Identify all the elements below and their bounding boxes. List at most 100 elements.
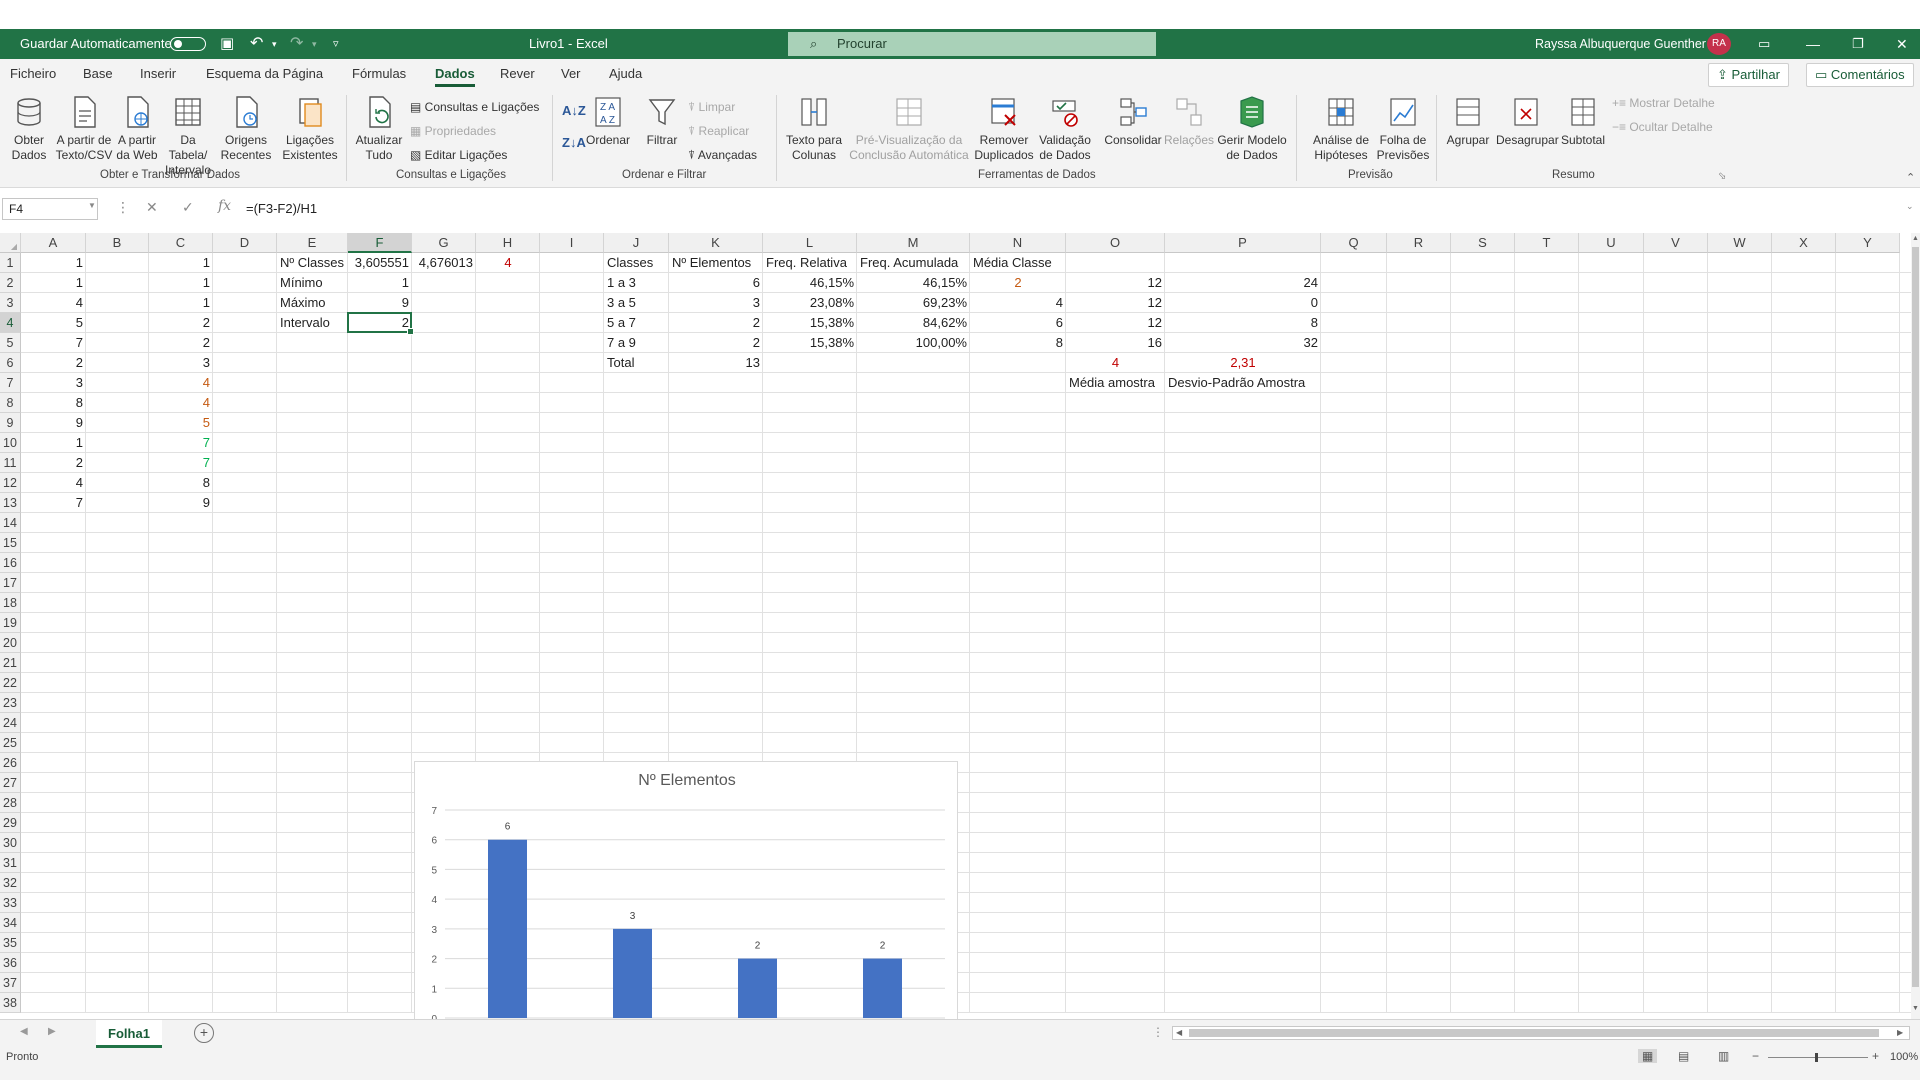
row-header-17[interactable]: 17 [0,573,21,593]
cell-c8[interactable]: 4 [149,393,213,413]
row-header-33[interactable]: 33 [0,893,21,913]
close-icon[interactable]: ✕ [1896,29,1908,59]
cell-j2[interactable]: 1 a 3 [604,273,669,293]
cell-m5[interactable]: 100,00% [857,333,970,353]
cell-c1[interactable]: 1 [149,253,213,273]
pre-visualizacao-button[interactable]: Pré-Visualização da Conclusão Automática [846,95,972,163]
cell-k2[interactable]: 6 [669,273,763,293]
cell-a10[interactable]: 1 [21,433,86,453]
remover-duplicados-button[interactable]: Remover Duplicados [974,95,1034,163]
redo-dropdown-icon[interactable]: ▾ [312,29,317,59]
cell-e1[interactable]: Nº Classes [277,253,348,273]
cell-n4[interactable]: 6 [970,313,1066,333]
web-button[interactable]: A partir da Web [114,95,160,163]
mostrar-detalhe-button[interactable]: +≡ Mostrar Detalhe [1612,93,1715,113]
editar-ligacoes-button[interactable]: ▧ Editar Ligações [410,145,507,165]
row-header-37[interactable]: 37 [0,973,21,993]
cell-a7[interactable]: 3 [21,373,86,393]
row-header-16[interactable]: 16 [0,553,21,573]
cell-j5[interactable]: 7 a 9 [604,333,669,353]
texto-csv-button[interactable]: A partir de Texto/CSV [54,95,114,163]
cell-n3[interactable]: 4 [970,293,1066,313]
desagrupar-button[interactable]: Desagrupar [1496,95,1559,148]
tab-splitter-icon[interactable]: ⋮ [1152,1025,1164,1039]
cell-m3[interactable]: 69,23% [857,293,970,313]
row-header-24[interactable]: 24 [0,713,21,733]
column-header-u[interactable]: U [1579,233,1644,253]
enter-icon[interactable]: ✓ [182,199,194,216]
chart-n-elementos[interactable]: Nº Elementos 0123456761 a 333 a 525 a 72… [414,761,958,1049]
propriedades-button[interactable]: ▦ Propriedades [410,121,496,141]
tab-dados[interactable]: Dados [435,59,475,89]
row-header-1[interactable]: 1 [0,253,21,273]
cell-a2[interactable]: 1 [21,273,86,293]
cell-a9[interactable]: 9 [21,413,86,433]
redo-icon[interactable]: ↷ [290,29,303,59]
tabela-intervalo-button[interactable]: Da Tabela/ Intervalo [160,95,216,178]
cell-m1[interactable]: Freq. Acumulada [857,253,970,273]
cell-p4[interactable]: 8 [1165,313,1321,333]
restore-icon[interactable]: ❐ [1852,29,1864,59]
column-header-t[interactable]: T [1515,233,1579,253]
relacoes-button[interactable]: Relações [1162,95,1216,148]
column-header-v[interactable]: V [1644,233,1708,253]
expand-formula-bar-icon[interactable]: ⌄ [1906,201,1914,212]
cell-l1[interactable]: Freq. Relativa [763,253,857,273]
cell-a6[interactable]: 2 [21,353,86,373]
cell-e2[interactable]: Mínimo [277,273,348,293]
validacao-dados-button[interactable]: Validação de Dados [1036,95,1094,163]
origens-recentes-button[interactable]: Origens Recentes [218,95,274,163]
cell-g1[interactable]: 4,676013 [412,253,476,273]
row-header-6[interactable]: 6 [0,353,21,373]
row-header-38[interactable]: 38 [0,993,21,1013]
tab-base[interactable]: Base [83,59,113,89]
cell-c2[interactable]: 1 [149,273,213,293]
column-header-x[interactable]: X [1772,233,1836,253]
row-header-23[interactable]: 23 [0,693,21,713]
cell-j4[interactable]: 5 a 7 [604,313,669,333]
cell-a13[interactable]: 7 [21,493,86,513]
dialog-launcher-icon[interactable]: ⬂ [1718,171,1726,182]
column-header-s[interactable]: S [1451,233,1515,253]
cell-k3[interactable]: 3 [669,293,763,313]
row-header-8[interactable]: 8 [0,393,21,413]
cell-o2[interactable]: 12 [1066,273,1165,293]
cell-a11[interactable]: 2 [21,453,86,473]
cell-f3[interactable]: 9 [348,293,412,313]
select-all-corner[interactable]: ◢ [0,233,21,253]
row-header-4[interactable]: 4 [0,313,21,333]
prev-sheet-icon[interactable]: ◀ [20,1026,28,1037]
column-header-h[interactable]: H [476,233,540,253]
row-header-21[interactable]: 21 [0,653,21,673]
scroll-left-icon[interactable]: ◀ [1176,1027,1182,1039]
column-header-i[interactable]: I [540,233,604,253]
page-break-icon[interactable]: ▥ [1718,1049,1729,1063]
cell-h1[interactable]: 4 [476,253,540,273]
tab-inserir[interactable]: Inserir [140,59,176,89]
consultas-ligacoes-button[interactable]: ▤ Consultas e Ligações [410,97,539,117]
column-header-c[interactable]: C [149,233,213,253]
cell-a8[interactable]: 8 [21,393,86,413]
cell-a3[interactable]: 4 [21,293,86,313]
ocultar-detalhe-button[interactable]: −≡ Ocultar Detalhe [1612,117,1713,137]
fill-handle[interactable] [407,328,414,335]
column-header-f[interactable]: F [348,233,412,253]
row-header-25[interactable]: 25 [0,733,21,753]
add-sheet-icon[interactable]: + [194,1023,214,1043]
cell-m4[interactable]: 84,62% [857,313,970,333]
column-header-o[interactable]: O [1066,233,1165,253]
horizontal-scroll-thumb[interactable] [1189,1029,1879,1037]
cell-l3[interactable]: 23,08% [763,293,857,313]
obter-dados-button[interactable]: Obter Dados [4,95,54,163]
cell-c6[interactable]: 3 [149,353,213,373]
row-header-14[interactable]: 14 [0,513,21,533]
avatar[interactable]: RA [1707,33,1731,55]
tab-ficheiro[interactable]: Ficheiro [10,59,56,89]
cell-a1[interactable]: 1 [21,253,86,273]
name-box-dropdown-icon[interactable]: ▼ [88,201,96,210]
filtrar-button[interactable]: Filtrar [640,95,684,148]
undo-icon[interactable]: ↶ [250,29,263,59]
reaplicar-button[interactable]: ⍒ Reaplicar [688,121,749,141]
customize-toolbar-icon[interactable]: ▿ [333,29,339,59]
cell-n1[interactable]: Média Classe [970,253,1066,273]
